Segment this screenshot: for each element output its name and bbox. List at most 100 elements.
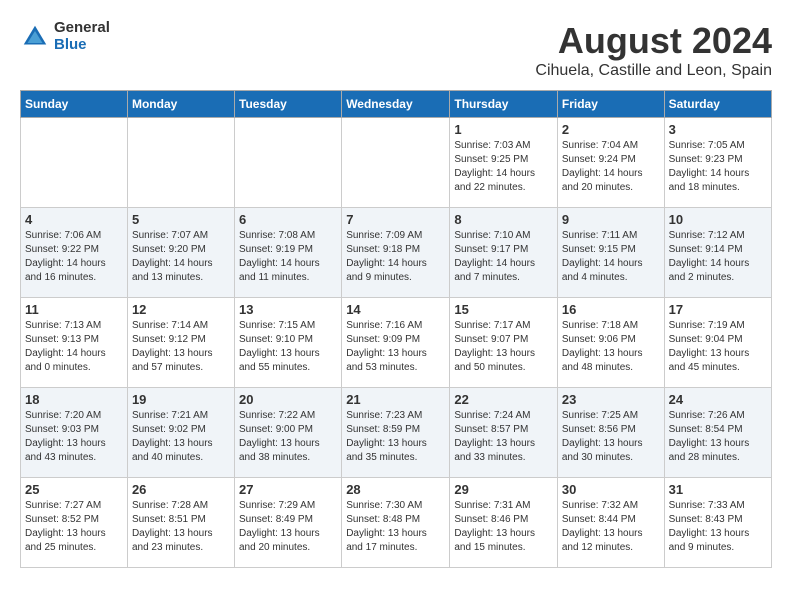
day-info: Sunrise: 7:32 AMSunset: 8:44 PMDaylight:…	[562, 499, 660, 555]
logo-general: General	[54, 20, 110, 37]
day-info: Sunrise: 7:06 AMSunset: 9:22 PMDaylight:…	[25, 229, 123, 285]
day-number: 10	[669, 212, 767, 227]
calendar-cell: 5 Sunrise: 7:07 AMSunset: 9:20 PMDaylight…	[127, 208, 234, 298]
calendar-week-row: 11Sunrise: 7:13 AMSunset: 9:13 PMDayligh…	[21, 298, 772, 388]
calendar-cell: 26 Sunrise: 7:28 AMSunset: 8:51 PMDayligh…	[127, 478, 234, 568]
calendar-week-row: 1Sunrise: 7:03 AMSunset: 9:25 PMDaylight…	[21, 118, 772, 208]
calendar-cell: 22 Sunrise: 7:24 AMSunset: 8:57 PMDayligh…	[450, 388, 558, 478]
calendar-cell: 2Sunrise: 7:04 AMSunset: 9:24 PMDaylight…	[557, 118, 664, 208]
day-info: Sunrise: 7:23 AMSunset: 8:59 PMDaylight:…	[346, 409, 445, 465]
calendar-cell: 4 Sunrise: 7:06 AMSunset: 9:22 PMDaylight…	[21, 208, 128, 298]
weekday-header: Monday	[127, 91, 234, 118]
calendar-cell	[235, 118, 342, 208]
calendar-header-row: SundayMondayTuesdayWednesdayThursdayFrid…	[21, 91, 772, 118]
day-info: Sunrise: 7:20 AMSunset: 9:03 PMDaylight:…	[25, 409, 123, 465]
day-info: Sunrise: 7:09 AMSunset: 9:18 PMDaylight:…	[346, 229, 445, 285]
day-info: Sunrise: 7:03 AMSunset: 9:25 PMDaylight:…	[454, 139, 553, 195]
calendar-cell: 9 Sunrise: 7:11 AMSunset: 9:15 PMDaylight…	[557, 208, 664, 298]
title-section: August 2024 Cihuela, Castille and Leon, …	[535, 20, 772, 80]
day-number: 4	[25, 212, 123, 227]
weekday-header: Wednesday	[342, 91, 450, 118]
calendar-cell: 28Sunrise: 7:30 AMSunset: 8:48 PMDayligh…	[342, 478, 450, 568]
day-number: 17	[669, 302, 767, 317]
day-number: 21	[346, 392, 445, 407]
day-info: Sunrise: 7:22 AMSunset: 9:00 PMDaylight:…	[239, 409, 337, 465]
day-info: Sunrise: 7:08 AMSunset: 9:19 PMDaylight:…	[239, 229, 337, 285]
logo: General Blue	[20, 20, 110, 53]
day-number: 26	[132, 482, 230, 497]
logo-blue: Blue	[54, 37, 110, 54]
day-number: 28	[346, 482, 445, 497]
calendar-cell: 27 Sunrise: 7:29 AMSunset: 8:49 PMDayligh…	[235, 478, 342, 568]
day-number: 27	[239, 482, 337, 497]
weekday-header: Tuesday	[235, 91, 342, 118]
subtitle: Cihuela, Castille and Leon, Spain	[535, 62, 772, 80]
day-number: 15	[454, 302, 553, 317]
day-number: 5	[132, 212, 230, 227]
day-number: 14	[346, 302, 445, 317]
main-title: August 2024	[535, 20, 772, 62]
calendar-cell: 24 Sunrise: 7:26 AMSunset: 8:54 PMDayligh…	[664, 388, 771, 478]
weekday-header: Friday	[557, 91, 664, 118]
day-info: Sunrise: 7:13 AMSunset: 9:13 PMDaylight:…	[25, 319, 123, 375]
calendar-cell: 6 Sunrise: 7:08 AMSunset: 9:19 PMDaylight…	[235, 208, 342, 298]
calendar-cell: 1Sunrise: 7:03 AMSunset: 9:25 PMDaylight…	[450, 118, 558, 208]
day-info: Sunrise: 7:11 AMSunset: 9:15 PMDaylight:…	[562, 229, 660, 285]
calendar-cell	[127, 118, 234, 208]
logo-icon	[20, 22, 50, 52]
calendar-cell: 25 Sunrise: 7:27 AMSunset: 8:52 PMDayligh…	[21, 478, 128, 568]
day-info: Sunrise: 7:15 AMSunset: 9:10 PMDaylight:…	[239, 319, 337, 375]
calendar-cell: 16Sunrise: 7:18 AMSunset: 9:06 PMDayligh…	[557, 298, 664, 388]
calendar-cell: 21 Sunrise: 7:23 AMSunset: 8:59 PMDayligh…	[342, 388, 450, 478]
weekday-header: Thursday	[450, 91, 558, 118]
day-info: Sunrise: 7:29 AMSunset: 8:49 PMDaylight:…	[239, 499, 337, 555]
day-info: Sunrise: 7:18 AMSunset: 9:06 PMDaylight:…	[562, 319, 660, 375]
page-header: General Blue August 2024 Cihuela, Castil…	[20, 20, 772, 80]
day-info: Sunrise: 7:27 AMSunset: 8:52 PMDaylight:…	[25, 499, 123, 555]
day-number: 30	[562, 482, 660, 497]
day-info: Sunrise: 7:16 AMSunset: 9:09 PMDaylight:…	[346, 319, 445, 375]
day-number: 23	[562, 392, 660, 407]
day-info: Sunrise: 7:17 AMSunset: 9:07 PMDaylight:…	[454, 319, 553, 375]
day-number: 22	[454, 392, 553, 407]
calendar-cell: 15 Sunrise: 7:17 AMSunset: 9:07 PMDayligh…	[450, 298, 558, 388]
day-number: 13	[239, 302, 337, 317]
day-number: 8	[454, 212, 553, 227]
day-number: 2	[562, 122, 660, 137]
calendar-cell: 23 Sunrise: 7:25 AMSunset: 8:56 PMDayligh…	[557, 388, 664, 478]
day-info: Sunrise: 7:05 AMSunset: 9:23 PMDaylight:…	[669, 139, 767, 195]
day-info: Sunrise: 7:19 AMSunset: 9:04 PMDaylight:…	[669, 319, 767, 375]
calendar-cell: 17 Sunrise: 7:19 AMSunset: 9:04 PMDayligh…	[664, 298, 771, 388]
day-info: Sunrise: 7:28 AMSunset: 8:51 PMDaylight:…	[132, 499, 230, 555]
calendar-week-row: 4 Sunrise: 7:06 AMSunset: 9:22 PMDaylight…	[21, 208, 772, 298]
day-number: 7	[346, 212, 445, 227]
day-info: Sunrise: 7:26 AMSunset: 8:54 PMDaylight:…	[669, 409, 767, 465]
day-number: 3	[669, 122, 767, 137]
calendar-cell: 11Sunrise: 7:13 AMSunset: 9:13 PMDayligh…	[21, 298, 128, 388]
day-number: 24	[669, 392, 767, 407]
calendar-cell: 20 Sunrise: 7:22 AMSunset: 9:00 PMDayligh…	[235, 388, 342, 478]
day-info: Sunrise: 7:10 AMSunset: 9:17 PMDaylight:…	[454, 229, 553, 285]
day-info: Sunrise: 7:31 AMSunset: 8:46 PMDaylight:…	[454, 499, 553, 555]
calendar-cell	[21, 118, 128, 208]
day-number: 9	[562, 212, 660, 227]
day-info: Sunrise: 7:12 AMSunset: 9:14 PMDaylight:…	[669, 229, 767, 285]
day-info: Sunrise: 7:14 AMSunset: 9:12 PMDaylight:…	[132, 319, 230, 375]
day-number: 31	[669, 482, 767, 497]
day-info: Sunrise: 7:21 AMSunset: 9:02 PMDaylight:…	[132, 409, 230, 465]
day-info: Sunrise: 7:24 AMSunset: 8:57 PMDaylight:…	[454, 409, 553, 465]
calendar-cell: 8 Sunrise: 7:10 AMSunset: 9:17 PMDaylight…	[450, 208, 558, 298]
day-number: 6	[239, 212, 337, 227]
calendar-cell: 30 Sunrise: 7:32 AMSunset: 8:44 PMDayligh…	[557, 478, 664, 568]
day-number: 25	[25, 482, 123, 497]
day-info: Sunrise: 7:07 AMSunset: 9:20 PMDaylight:…	[132, 229, 230, 285]
calendar-cell: 7 Sunrise: 7:09 AMSunset: 9:18 PMDaylight…	[342, 208, 450, 298]
logo-text: General Blue	[54, 20, 110, 53]
day-info: Sunrise: 7:25 AMSunset: 8:56 PMDaylight:…	[562, 409, 660, 465]
calendar-week-row: 25 Sunrise: 7:27 AMSunset: 8:52 PMDayligh…	[21, 478, 772, 568]
calendar-cell: 14 Sunrise: 7:16 AMSunset: 9:09 PMDayligh…	[342, 298, 450, 388]
day-info: Sunrise: 7:33 AMSunset: 8:43 PMDaylight:…	[669, 499, 767, 555]
calendar-table: SundayMondayTuesdayWednesdayThursdayFrid…	[20, 90, 772, 568]
day-number: 12	[132, 302, 230, 317]
day-number: 20	[239, 392, 337, 407]
